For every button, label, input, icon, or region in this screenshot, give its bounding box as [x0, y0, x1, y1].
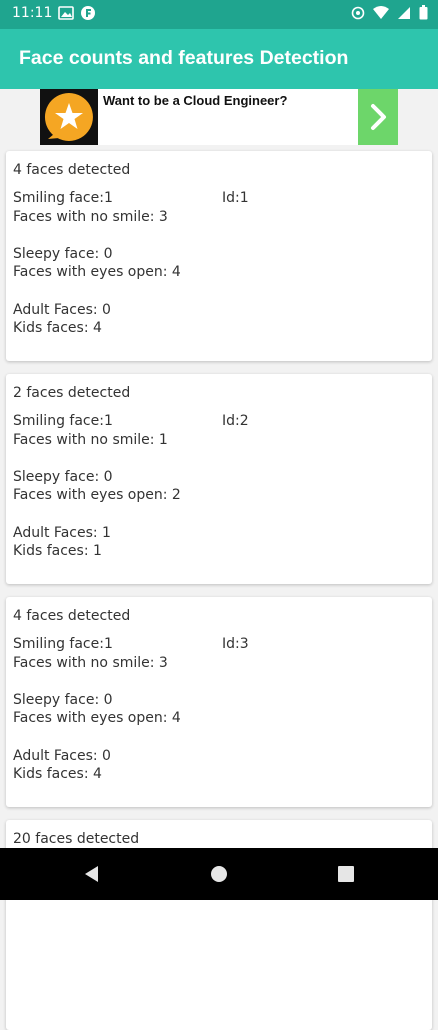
faces-detected-count: 20 faces detected	[13, 831, 140, 847]
wifi-icon	[373, 5, 389, 24]
faces-detected-count: 2 faces detected	[13, 385, 131, 401]
ad-banner[interactable]: Want to be a Cloud Engineer?	[40, 89, 398, 145]
faces-detected-count: 4 faces detected	[13, 608, 131, 624]
eyes-open-count: Faces with eyes open: 2	[13, 487, 181, 503]
sleepy-face-count: Sleepy face: 0	[13, 469, 113, 485]
smiling-face-count: Smiling face:1	[13, 636, 113, 652]
back-icon[interactable]	[82, 864, 102, 888]
star-icon	[44, 93, 93, 141]
ad-headline[interactable]: Want to be a Cloud Engineer?	[103, 93, 287, 108]
sleepy-face-count: Sleepy face: 0	[13, 246, 113, 262]
home-icon[interactable]	[209, 864, 229, 888]
kids-faces-count: Kids faces: 4	[13, 320, 102, 336]
recents-icon[interactable]	[337, 865, 355, 887]
smiling-face-count: Smiling face:1	[13, 190, 113, 206]
status-icons-left	[58, 5, 96, 25]
eyes-open-count: Faces with eyes open: 4	[13, 710, 181, 726]
result-card[interactable]: 2 faces detected Smiling face:1 Id:2 Fac…	[6, 374, 432, 584]
faces-detected-count: 4 faces detected	[13, 162, 131, 178]
eyes-open-count: Faces with eyes open: 4	[13, 264, 181, 280]
kids-faces-count: Kids faces: 4	[13, 766, 102, 782]
data-saver-icon	[351, 5, 365, 24]
adult-faces-count: Adult Faces: 0	[13, 748, 111, 764]
app-icon	[80, 5, 96, 25]
adult-faces-count: Adult Faces: 0	[13, 302, 111, 318]
chevron-right-icon	[371, 104, 386, 130]
no-smile-count: Faces with no smile: 3	[13, 655, 168, 671]
status-icons-right	[351, 5, 428, 24]
app-bar: Face counts and features Detection	[0, 29, 438, 89]
sleepy-face-count: Sleepy face: 0	[13, 692, 113, 708]
ad-logo[interactable]	[40, 89, 98, 145]
result-id: Id:3	[222, 636, 249, 652]
status-bar: 11:11	[0, 0, 438, 29]
adult-faces-count: Adult Faces: 1	[13, 525, 111, 541]
ad-arrow-button[interactable]	[358, 89, 398, 145]
signal-icon	[397, 5, 411, 24]
status-time: 11:11	[12, 5, 53, 21]
battery-icon	[419, 5, 428, 24]
kids-faces-count: Kids faces: 1	[13, 543, 102, 559]
no-smile-count: Faces with no smile: 1	[13, 432, 168, 448]
result-id: Id:2	[222, 413, 249, 429]
result-card[interactable]: 4 faces detected Smiling face:1 Id:3 Fac…	[6, 597, 432, 807]
app-title: Face counts and features Detection	[19, 47, 349, 69]
navigation-bar	[0, 848, 438, 900]
result-id: Id:1	[222, 190, 249, 206]
smiling-face-count: Smiling face:1	[13, 413, 113, 429]
result-card[interactable]: 4 faces detected Smiling face:1 Id:1 Fac…	[6, 151, 432, 361]
gallery-icon	[58, 5, 74, 25]
no-smile-count: Faces with no smile: 3	[13, 209, 168, 225]
